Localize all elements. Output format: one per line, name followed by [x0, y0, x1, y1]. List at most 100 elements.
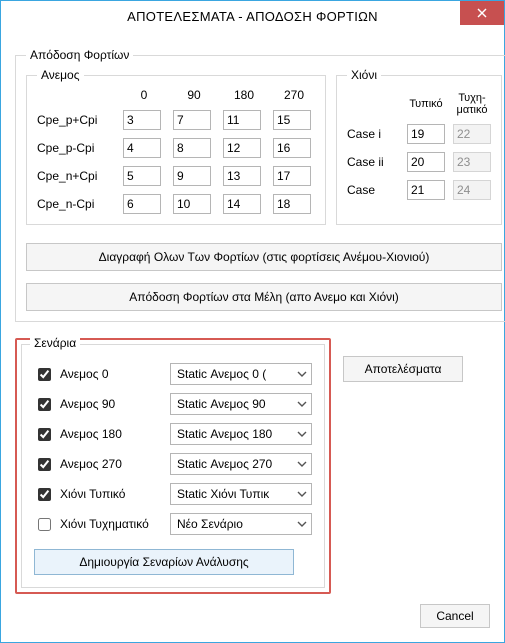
- wind-input-r3-c3[interactable]: [273, 194, 311, 214]
- scenario-checkbox-3[interactable]: [38, 458, 51, 471]
- wind-input-r2-c2[interactable]: [223, 166, 261, 186]
- scenario-row-5: Χιόνι Τυχηματικό Νέο Σενάριο: [34, 509, 312, 539]
- wind-row-label-1: Cpe_p-Cpi: [37, 141, 115, 155]
- scenario-label-text-3: Ανεμος 270: [60, 457, 122, 471]
- scenario-combo-text-5: Νέο Σενάριο: [177, 517, 243, 531]
- snow-random-input-1: [453, 152, 491, 172]
- scenario-row-0: Ανεμος 0 Static Ανεμος 0 (: [34, 359, 312, 389]
- snow-header-typical: Τυπικό: [407, 98, 445, 110]
- chevron-down-icon: [297, 519, 307, 529]
- snow-grid: Τυπικό Τυχη-ματικό Case i Case ii Case: [347, 92, 491, 200]
- snow-row-label-1: Case ii: [347, 155, 399, 169]
- snow-group: Χιόνι Τυπικό Τυχη-ματικό Case i Case ii Case: [336, 68, 502, 225]
- chevron-down-icon: [297, 429, 307, 439]
- scenario-combo-0[interactable]: Static Ανεμος 0 (: [170, 363, 312, 385]
- load-release-legend: Απόδοση Φορτίων: [26, 48, 133, 62]
- scenario-checkbox-label-0[interactable]: Ανεμος 0: [34, 365, 162, 384]
- wind-angle-header-90: 90: [173, 88, 215, 102]
- wind-input-r0-c3[interactable]: [273, 110, 311, 130]
- scenario-combo-text-1: Static Ανεμος 90: [177, 397, 266, 411]
- chevron-down-icon: [297, 399, 307, 409]
- snow-legend: Χιόνι: [347, 68, 381, 82]
- assign-loads-members-button[interactable]: Απόδοση Φορτίων στα Μέλη (απο Ανεμο και …: [26, 283, 502, 311]
- wind-input-r0-c2[interactable]: [223, 110, 261, 130]
- scenario-label-text-1: Ανεμος 90: [60, 397, 115, 411]
- snow-header-random: Τυχη-ματικό: [453, 92, 491, 116]
- scenario-checkbox-label-2[interactable]: Ανεμος 180: [34, 425, 162, 444]
- snow-typical-input-1[interactable]: [407, 152, 445, 172]
- close-button[interactable]: [460, 1, 504, 25]
- scenario-row-3: Ανεμος 270 Static Ανεμος 270: [34, 449, 312, 479]
- wind-row-label-0: Cpe_p+Cpi: [37, 113, 115, 127]
- scenario-row-4: Χιόνι Τυπικό Static Χιόνι Τυπικ: [34, 479, 312, 509]
- scenario-checkbox-label-1[interactable]: Ανεμος 90: [34, 395, 162, 414]
- cancel-button[interactable]: Cancel: [420, 604, 490, 628]
- load-release-group: Απόδοση Φορτίων Ανεμος 0 90 180 270 Cpe_p+Cp…: [15, 48, 505, 322]
- wind-input-r1-c0[interactable]: [123, 138, 161, 158]
- scenario-label-text-2: Ανεμος 180: [60, 427, 122, 441]
- wind-input-r2-c3[interactable]: [273, 166, 311, 186]
- wind-legend: Ανεμος: [37, 68, 84, 82]
- scenario-row-2: Ανεμος 180 Static Ανεμος 180: [34, 419, 312, 449]
- wind-input-r0-c0[interactable]: [123, 110, 161, 130]
- wind-input-r2-c1[interactable]: [173, 166, 211, 186]
- scenario-row-1: Ανεμος 90 Static Ανεμος 90: [34, 389, 312, 419]
- snow-row-label-0: Case i: [347, 127, 399, 141]
- wind-row-label-3: Cpe_n-Cpi: [37, 197, 115, 211]
- scenario-combo-2[interactable]: Static Ανεμος 180: [170, 423, 312, 445]
- scenario-combo-4[interactable]: Static Χιόνι Τυπικ: [170, 483, 312, 505]
- client-area: Απόδοση Φορτίων Ανεμος 0 90 180 270 Cpe_p+Cp…: [1, 32, 504, 643]
- scenarios-legend: Σενάρια: [30, 336, 80, 350]
- scenario-checkbox-0[interactable]: [38, 368, 51, 381]
- scenario-checkbox-5[interactable]: [38, 518, 51, 531]
- wind-input-r3-c0[interactable]: [123, 194, 161, 214]
- window-title: ΑΠΟΤΕΛΕΣΜΑΤΑ - ΑΠΟΔΟΣΗ ΦΟΡΤΙΩΝ: [127, 9, 378, 24]
- scenario-combo-text-0: Static Ανεμος 0 (: [177, 367, 266, 381]
- scenario-checkbox-label-4[interactable]: Χιόνι Τυπικό: [34, 485, 162, 504]
- scenario-combo-text-2: Static Ανεμος 180: [177, 427, 272, 441]
- chevron-down-icon: [297, 459, 307, 469]
- scenarios-highlight-frame: Σενάρια Ανεμος 0Static Ανεμος 0 (Ανεμος …: [15, 338, 331, 594]
- chevron-down-icon: [297, 489, 307, 499]
- close-icon: [477, 8, 487, 18]
- snow-row-label-2: Case: [347, 183, 399, 197]
- scenario-checkbox-2[interactable]: [38, 428, 51, 441]
- delete-all-loads-button[interactable]: Διαγραφή Ολων Των Φορτίων (στις φορτίσει…: [26, 243, 502, 271]
- wind-input-r1-c3[interactable]: [273, 138, 311, 158]
- scenario-label-text-0: Ανεμος 0: [60, 367, 109, 381]
- scenario-combo-text-3: Static Ανεμος 270: [177, 457, 272, 471]
- wind-angle-header-270: 270: [273, 88, 315, 102]
- snow-typical-input-0[interactable]: [407, 124, 445, 144]
- scenario-checkbox-4[interactable]: [38, 488, 51, 501]
- snow-random-input-0: [453, 124, 491, 144]
- wind-input-r1-c1[interactable]: [173, 138, 211, 158]
- results-button[interactable]: Αποτελέσματα: [343, 356, 463, 382]
- create-analysis-scenarios-button[interactable]: Δημιουργία Σεναρίων Ανάλυσης: [34, 549, 294, 575]
- scenario-combo-5[interactable]: Νέο Σενάριο: [170, 513, 312, 535]
- scenario-checkbox-label-5[interactable]: Χιόνι Τυχηματικό: [34, 515, 162, 534]
- wind-input-r3-c1[interactable]: [173, 194, 211, 214]
- scenario-combo-1[interactable]: Static Ανεμος 90: [170, 393, 312, 415]
- scenario-label-text-5: Χιόνι Τυχηματικό: [60, 517, 149, 531]
- snow-typical-input-2[interactable]: [407, 180, 445, 200]
- snow-random-input-2: [453, 180, 491, 200]
- wind-group: Ανεμος 0 90 180 270 Cpe_p+Cpi Cpe_p-Cpi Cpe_n+…: [26, 68, 326, 225]
- wind-input-r2-c0[interactable]: [123, 166, 161, 186]
- scenario-checkbox-label-3[interactable]: Ανεμος 270: [34, 455, 162, 474]
- wind-input-r3-c2[interactable]: [223, 194, 261, 214]
- scenario-combo-text-4: Static Χιόνι Τυπικ: [177, 487, 269, 501]
- scenario-checkbox-1[interactable]: [38, 398, 51, 411]
- wind-input-r1-c2[interactable]: [223, 138, 261, 158]
- wind-grid: 0 90 180 270 Cpe_p+Cpi Cpe_p-Cpi Cpe_n+Cpi Cpe_…: [37, 88, 315, 214]
- wind-row-label-2: Cpe_n+Cpi: [37, 169, 115, 183]
- wind-input-r0-c1[interactable]: [173, 110, 211, 130]
- wind-angle-header-180: 180: [223, 88, 265, 102]
- scenario-combo-3[interactable]: Static Ανεμος 270: [170, 453, 312, 475]
- right-column: Αποτελέσματα: [343, 338, 490, 598]
- scenario-label-text-4: Χιόνι Τυπικό: [60, 487, 125, 501]
- chevron-down-icon: [297, 369, 307, 379]
- wind-angle-header-0: 0: [123, 88, 165, 102]
- scenarios-group: Σενάρια Ανεμος 0Static Ανεμος 0 (Ανεμος …: [21, 344, 325, 588]
- window-root: ΑΠΟΤΕΛΕΣΜΑΤΑ - ΑΠΟΔΟΣΗ ΦΟΡΤΙΩΝ Απόδοση Φ…: [0, 0, 505, 643]
- titlebar: ΑΠΟΤΕΛΕΣΜΑΤΑ - ΑΠΟΔΟΣΗ ΦΟΡΤΙΩΝ: [1, 1, 504, 32]
